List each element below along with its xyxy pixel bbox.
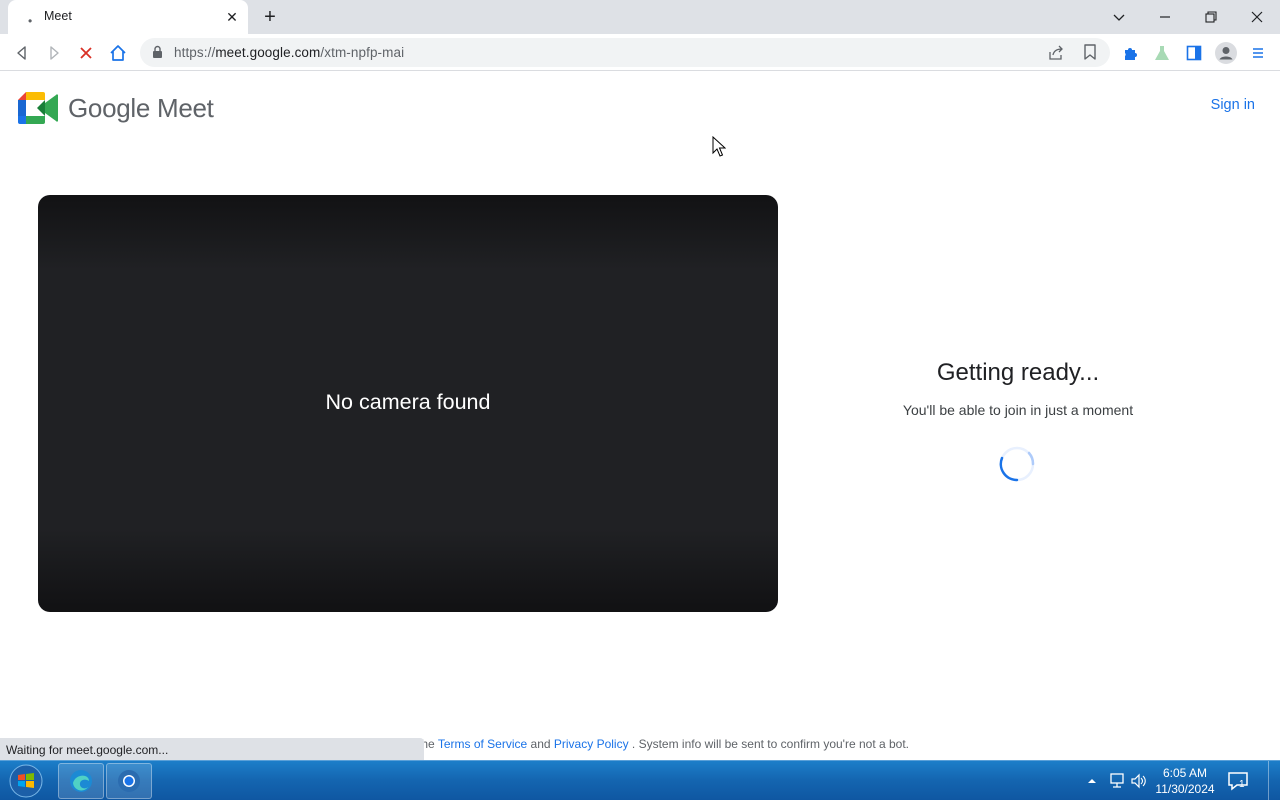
back-arrow-icon[interactable] (9, 40, 35, 66)
chevron-down-icon[interactable] (1096, 0, 1142, 34)
loading-spinner-icon (998, 445, 1036, 483)
mouse-cursor-icon (712, 135, 727, 163)
tab-title: Meet (44, 9, 72, 23)
notification-icon[interactable]: 1 (1226, 769, 1250, 793)
profile-icon[interactable] (1213, 40, 1239, 66)
lock-icon[interactable] (152, 45, 163, 64)
edge-app-icon[interactable] (58, 763, 104, 799)
clock-time: 6:05 AM (1162, 766, 1208, 780)
privacy-policy-link[interactable]: Privacy Policy (554, 737, 629, 751)
url-text: https://meet.google.com/xtm-npfp-mai (174, 45, 405, 60)
minimize-icon[interactable] (1142, 0, 1188, 34)
chrome-app-icon[interactable] (106, 763, 152, 799)
tray-arrow-icon[interactable] (1086, 774, 1098, 792)
getting-ready-subtitle: You'll be able to join in just a moment (902, 402, 1134, 418)
restore-icon[interactable] (1188, 0, 1234, 34)
notification-count: 1 (1239, 779, 1245, 790)
tab-meet[interactable]: • Meet ✕ (8, 0, 248, 34)
taskbar-clock[interactable]: 6:05 AM 11/30/2024 (1146, 765, 1224, 797)
stop-icon[interactable] (73, 40, 99, 66)
brand-title[interactable]: Google Meet (68, 93, 214, 124)
show-desktop-button[interactable] (1268, 761, 1280, 801)
clock-date: 11/30/2024 (1155, 782, 1215, 796)
plus-icon[interactable]: + (258, 5, 282, 29)
address-bar[interactable]: https://meet.google.com/xtm-npfp-mai (140, 38, 1110, 67)
browser-toolbar: https://meet.google.com/xtm-npfp-mai (0, 34, 1280, 71)
getting-ready-title: Getting ready... (936, 359, 1100, 386)
extensions-icon[interactable] (1117, 40, 1143, 66)
network-icon[interactable] (1108, 772, 1126, 795)
loading-dot-icon: • (28, 14, 33, 28)
no-camera-message: No camera found (325, 390, 491, 414)
bookmark-icon[interactable] (1083, 44, 1097, 66)
windows-start-icon[interactable] (6, 762, 46, 800)
extension-flask-icon[interactable] (1149, 40, 1175, 66)
terms-of-service-link[interactable]: Terms of Service (438, 737, 527, 751)
close-icon[interactable] (1234, 0, 1280, 34)
video-preview: No camera found (38, 195, 778, 612)
close-icon[interactable]: ✕ (222, 7, 242, 27)
browser-status-bubble: Waiting for meet.google.com... (0, 738, 424, 760)
side-panel-icon[interactable] (1181, 40, 1207, 66)
tab-strip: • Meet ✕ + (0, 0, 1280, 34)
home-icon[interactable] (105, 40, 131, 66)
google-meet-logo-icon (18, 92, 59, 124)
windows-taskbar: 6:05 AM 11/30/2024 1 (0, 760, 1280, 801)
forward-arrow-icon[interactable] (41, 40, 67, 66)
share-icon[interactable] (1048, 44, 1065, 66)
sign-in-link[interactable]: Sign in (1211, 97, 1255, 113)
menu-icon[interactable] (1245, 40, 1271, 66)
